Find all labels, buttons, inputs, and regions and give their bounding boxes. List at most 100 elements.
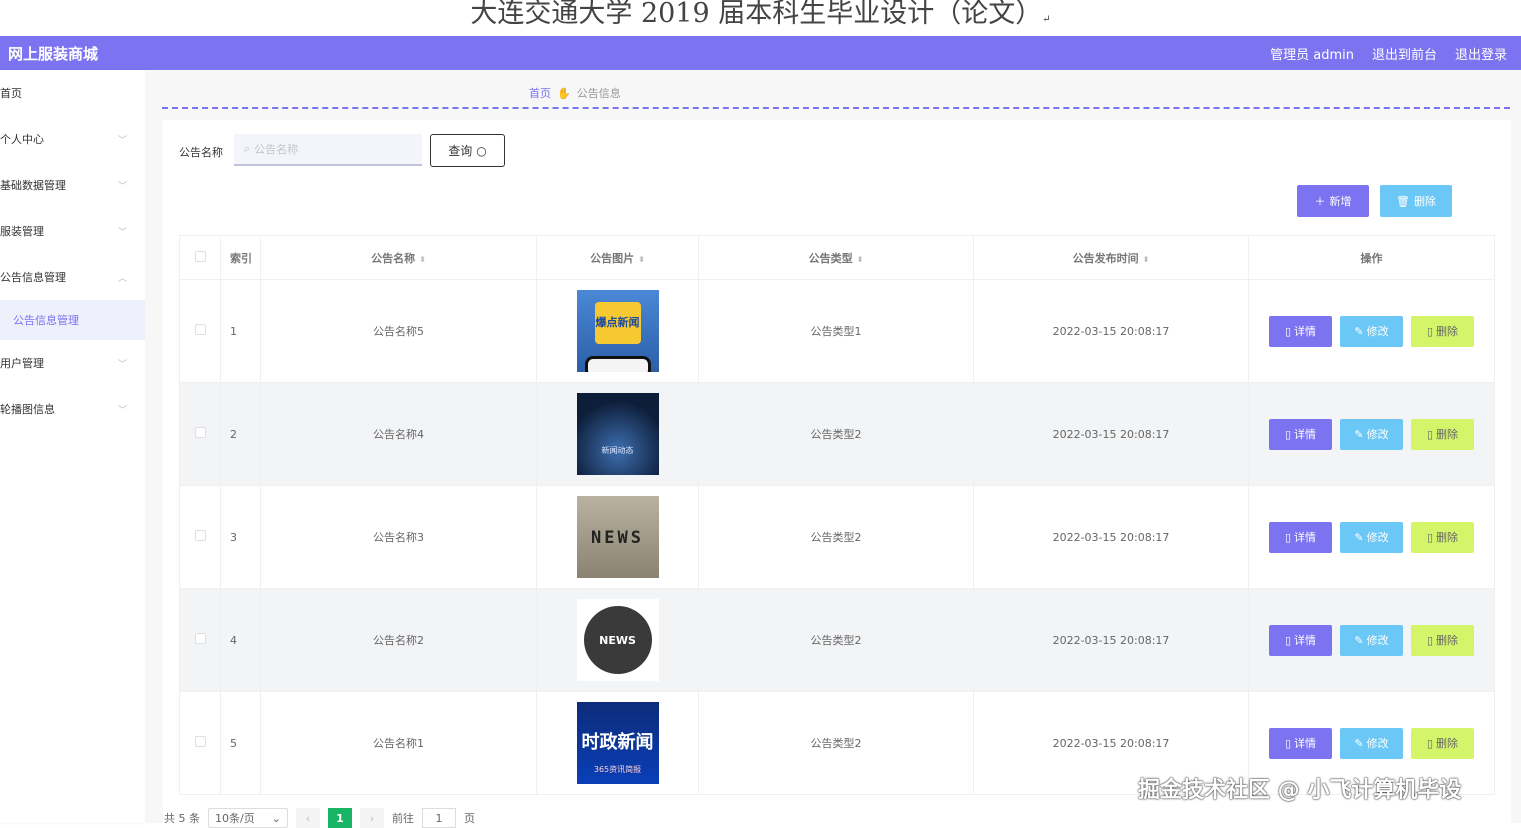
cell-name: 公告名称3 — [260, 485, 537, 589]
breadcrumb-home[interactable]: 首页 — [529, 85, 551, 101]
detail-label: 详情 — [1294, 428, 1317, 441]
detail-button[interactable]: ▯ 详情 — [1269, 624, 1332, 656]
cell-image: NEWS — [536, 485, 699, 589]
table-row: 4 公告名称2 NEWS 公告类型2 2022-03-15 20:08:17 ▯… — [179, 588, 1495, 692]
delete-button-label: 删除 — [1413, 195, 1436, 208]
select-all-checkbox[interactable] — [194, 250, 206, 262]
edit-button[interactable]: ✎ 修改 — [1340, 624, 1403, 656]
query-button[interactable]: 查询 ○ — [430, 134, 505, 167]
row-checkbox[interactable] — [194, 530, 206, 541]
plus-icon: ＋ — [1314, 195, 1326, 208]
edit-button[interactable]: ✎ 修改 — [1340, 727, 1403, 759]
header-time[interactable]: 公告发布时间 ⬍ — [973, 235, 1249, 280]
breadcrumb: 首页 ✋ 公告信息 — [529, 85, 621, 101]
sort-icon[interactable]: ⬍ — [1143, 255, 1150, 264]
sort-icon[interactable]: ⬍ — [857, 255, 864, 264]
batch-delete-button[interactable]: 🗑 删除 — [1380, 185, 1452, 217]
header-type-label: 公告类型 — [808, 251, 853, 265]
delete-label: 删除 — [1436, 634, 1459, 647]
notice-image[interactable]: NEWS — [576, 599, 659, 681]
delete-button[interactable]: ▯ 删除 — [1411, 315, 1474, 347]
sort-icon[interactable]: ⬍ — [638, 255, 645, 264]
prev-page-button[interactable]: ‹ — [296, 808, 320, 828]
row-checkbox[interactable] — [194, 736, 206, 747]
sidebar-item-label: 轮播图信息 — [0, 403, 55, 416]
page-number-current[interactable]: 1 — [328, 808, 352, 828]
notice-image[interactable]: 爆点新闻 — [576, 290, 659, 372]
sidebar-item-carousel[interactable]: 轮播图信息 ﹀ — [0, 386, 145, 432]
sort-icon[interactable]: ⬍ — [419, 255, 426, 264]
sidebar-item-notice[interactable]: 公告信息管理 ︿ — [0, 254, 145, 300]
document-icon: ▯ — [1284, 736, 1292, 750]
cell-time: 2022-03-15 20:08:17 — [973, 279, 1249, 383]
sidebar-subitem-notice-management[interactable]: 公告信息管理 — [0, 300, 145, 340]
detail-label: 详情 — [1294, 531, 1317, 544]
sidebar-item-clothing[interactable]: 服装管理 ﹀ — [0, 208, 145, 254]
page-suffix: 页 — [464, 812, 475, 825]
search-input[interactable]: ⌕ 公告名称 — [234, 134, 422, 166]
header-image[interactable]: 公告图片 ⬍ — [536, 235, 699, 280]
cell-image: 新闻动态 — [536, 382, 699, 486]
row-select-cell — [179, 588, 221, 692]
header-name[interactable]: 公告名称 ⬍ — [260, 235, 537, 280]
logout-link[interactable]: 退出登录 — [1455, 44, 1507, 63]
notice-image[interactable]: 时政新闻 365资讯简报 — [576, 702, 659, 784]
phone-icon — [584, 356, 651, 372]
select-all-cell — [179, 235, 221, 280]
notice-image[interactable]: 新闻动态 — [576, 393, 659, 475]
watermark: 掘金技术社区 @ 小飞计算机毕设 — [1138, 778, 1462, 803]
detail-button[interactable]: ▯ 详情 — [1269, 727, 1332, 759]
edit-label: 修改 — [1366, 634, 1389, 647]
document-icon: ▯ — [1284, 530, 1292, 544]
delete-button[interactable]: ▯ 删除 — [1411, 418, 1474, 450]
image-caption: 新闻动态 — [601, 446, 634, 455]
row-checkbox[interactable] — [194, 633, 206, 644]
sidebar-item-basic-data[interactable]: 基础数据管理 ﹀ — [0, 162, 145, 208]
page-size-select[interactable]: 10条/页 ⌄ — [208, 808, 288, 828]
exit-to-frontend-link[interactable]: 退出到前台 — [1372, 44, 1437, 63]
edit-button[interactable]: ✎ 修改 — [1340, 315, 1403, 347]
row-select-cell — [179, 485, 221, 589]
row-checkbox[interactable] — [194, 324, 206, 335]
search-placeholder: 公告名称 — [254, 143, 299, 156]
cell-index: 3 — [220, 485, 261, 589]
add-button[interactable]: ＋ 新增 — [1297, 185, 1369, 217]
row-checkbox[interactable] — [194, 427, 206, 438]
cell-index: 1 — [220, 279, 261, 383]
sidebar-item-label: 基础数据管理 — [0, 179, 66, 192]
cell-ops: ▯ 详情 ✎ 修改 ▯ 删除 — [1248, 279, 1495, 383]
header-type[interactable]: 公告类型 ⬍ — [698, 235, 974, 280]
detail-button[interactable]: ▯ 详情 — [1269, 315, 1332, 347]
sidebar-item-label: 用户管理 — [0, 357, 44, 370]
search-label: 公告名称 — [179, 146, 223, 159]
goto-page-input[interactable]: 1 — [422, 808, 456, 828]
detail-button[interactable]: ▯ 详情 — [1269, 521, 1332, 553]
sidebar-item-users[interactable]: 用户管理 ﹀ — [0, 340, 145, 386]
sidebar-item-label: 服装管理 — [0, 225, 44, 238]
chevron-down-icon: ﹀ — [117, 181, 127, 192]
chevron-down-icon: ﹀ — [117, 359, 127, 370]
sidebar-item-label: 个人中心 — [0, 133, 44, 146]
site-brand: 网上服装商城 — [8, 44, 99, 63]
cell-time: 2022-03-15 20:08:17 — [973, 588, 1249, 692]
total-count: 共 5 条 — [164, 812, 200, 825]
notice-image[interactable]: NEWS — [576, 496, 659, 578]
cell-type: 公告类型1 — [698, 279, 974, 383]
cell-type: 公告类型2 — [698, 691, 974, 795]
edit-button[interactable]: ✎ 修改 — [1340, 521, 1403, 553]
cell-name: 公告名称4 — [260, 382, 537, 486]
cell-time: 2022-03-15 20:08:17 — [973, 382, 1249, 486]
sidebar-item-personal-center[interactable]: 个人中心 ﹀ — [0, 116, 145, 162]
edit-button[interactable]: ✎ 修改 — [1340, 418, 1403, 450]
query-button-label: 查询 — [448, 144, 473, 158]
next-page-button[interactable]: › — [360, 808, 384, 828]
delete-button[interactable]: ▯ 删除 — [1411, 727, 1474, 759]
delete-button[interactable]: ▯ 删除 — [1411, 521, 1474, 553]
row-select-cell — [179, 279, 221, 383]
delete-button[interactable]: ▯ 删除 — [1411, 624, 1474, 656]
header-image-label: 公告图片 — [590, 251, 635, 265]
cell-name: 公告名称2 — [260, 588, 537, 692]
sidebar-item-home[interactable]: 首页 — [0, 70, 145, 116]
detail-button[interactable]: ▯ 详情 — [1269, 418, 1332, 450]
pencil-icon: ✎ — [1354, 530, 1364, 544]
